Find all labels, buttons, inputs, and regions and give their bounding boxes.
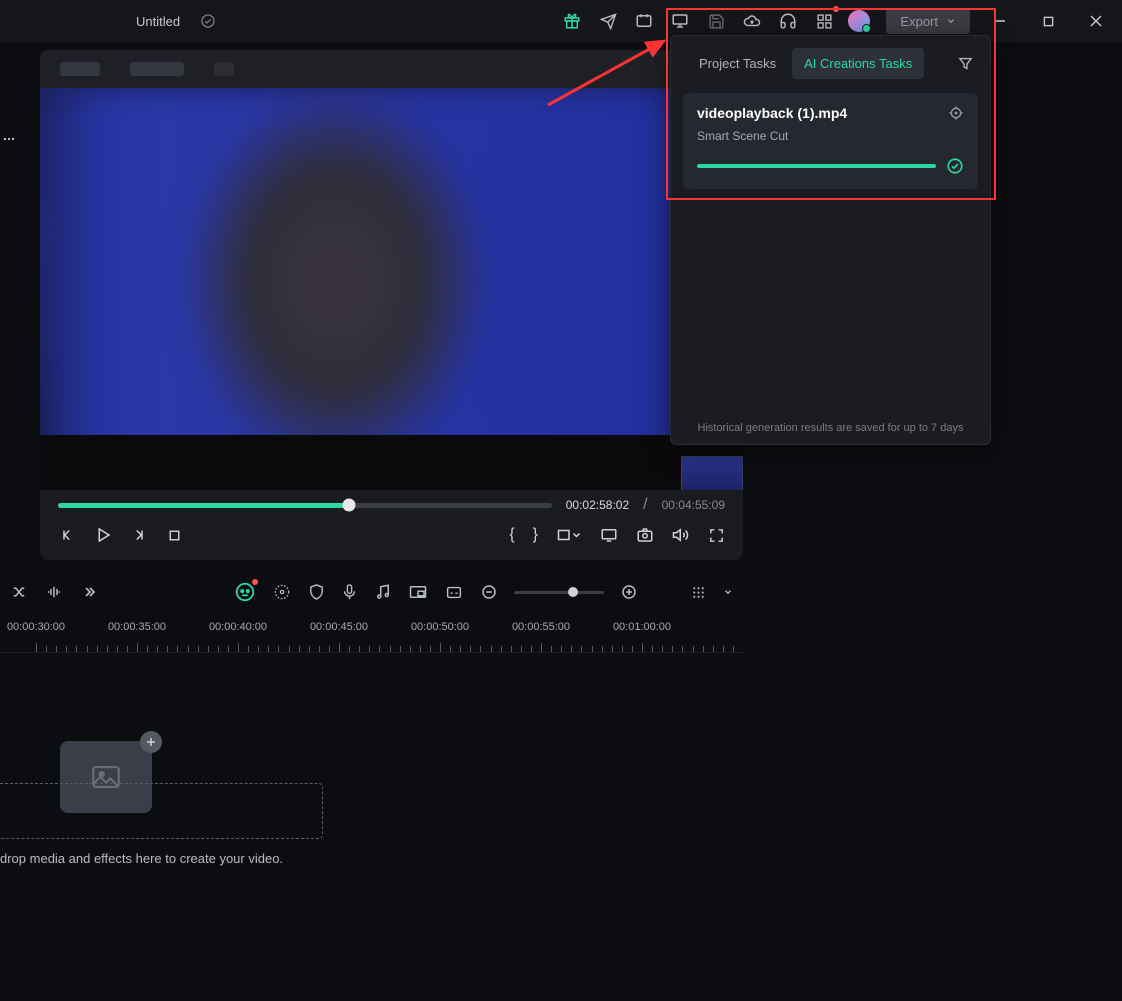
cloud-icon[interactable]	[740, 9, 764, 33]
send-icon[interactable]	[596, 9, 620, 33]
expand-icon[interactable]	[80, 584, 96, 600]
ruler-label: 00:00:45:00	[310, 621, 368, 633]
close-button[interactable]	[1078, 7, 1114, 35]
zoom-slider[interactable]	[514, 591, 604, 594]
task-subtitle: Smart Scene Cut	[697, 129, 964, 143]
total-time: 00:04:55:09	[662, 498, 725, 512]
grid-view-icon[interactable]	[690, 584, 707, 601]
zoom-in-icon[interactable]	[620, 583, 638, 601]
video-preview[interactable]	[40, 88, 743, 490]
timeline-toolbar	[0, 569, 743, 615]
saved-indicator-icon	[196, 9, 220, 33]
tasks-footer: Historical generation results are saved …	[671, 422, 990, 434]
check-circle-icon	[946, 157, 964, 175]
tab-project-tasks[interactable]: Project Tasks	[687, 48, 788, 79]
qr-icon[interactable]	[812, 9, 836, 33]
project-title: Untitled	[136, 14, 180, 29]
preview-thumbnail	[681, 456, 743, 490]
preview-tab-2[interactable]	[130, 62, 184, 76]
notification-dot-icon	[833, 6, 839, 12]
volume-icon[interactable]	[672, 526, 690, 544]
seek-bar[interactable]	[58, 503, 552, 508]
export-label: Export	[900, 14, 938, 29]
ruler-label: 00:00:30:00	[7, 621, 65, 633]
preview-tabs	[40, 50, 743, 88]
minimize-button[interactable]	[982, 7, 1018, 35]
ruler-label: 00:00:50:00	[411, 621, 469, 633]
fullscreen-icon[interactable]	[708, 527, 725, 544]
drop-zone[interactable]	[0, 783, 323, 839]
export-button[interactable]: Export	[886, 9, 970, 34]
monitor-icon[interactable]	[668, 9, 692, 33]
ruler-label: 00:00:40:00	[209, 621, 267, 633]
drop-hint-text: drop media and effects here to create yo…	[0, 851, 283, 866]
next-frame-button[interactable]	[130, 526, 148, 544]
task-progress-bar	[697, 164, 936, 168]
current-time: 00:02:58:02	[566, 498, 629, 512]
more-icon[interactable]	[0, 127, 18, 151]
preview-tab-1[interactable]	[60, 62, 100, 76]
task-filename: videoplayback (1).mp4	[697, 105, 847, 121]
tasks-panel: Project Tasks AI Creations Tasks videopl…	[670, 35, 991, 445]
mic-icon[interactable]	[341, 583, 358, 601]
locate-icon[interactable]	[948, 105, 964, 121]
pip-icon[interactable]	[408, 583, 428, 601]
preview-tab-3[interactable]	[214, 62, 234, 76]
ruler-label: 00:00:55:00	[512, 621, 570, 633]
aspect-menu[interactable]	[556, 526, 582, 544]
ruler-label: 00:00:35:00	[108, 621, 166, 633]
maximize-button[interactable]	[1030, 7, 1066, 35]
filter-icon[interactable]	[957, 55, 974, 72]
headphones-icon[interactable]	[776, 9, 800, 33]
tab-ai-creations[interactable]: AI Creations Tasks	[792, 48, 924, 79]
snapshot-icon[interactable]	[636, 526, 654, 544]
mark-in-icon[interactable]: {	[509, 526, 514, 544]
chevron-down-icon[interactable]	[723, 587, 733, 597]
zoom-out-icon[interactable]	[480, 583, 498, 601]
settings-dotted-icon[interactable]	[272, 582, 292, 602]
notification-dot-icon	[252, 579, 258, 585]
play-button[interactable]	[94, 526, 112, 544]
plus-icon	[140, 731, 162, 753]
timeline: 00:00:30:00 00:00:35:00 00:00:40:00 00:00:4…	[0, 615, 743, 953]
preview-panel: 00:02:58:02 / 00:04:55:09 { }	[40, 88, 743, 560]
mark-out-icon[interactable]: }	[533, 526, 538, 544]
display-icon[interactable]	[600, 526, 618, 544]
cut-tool-icon[interactable]	[10, 583, 28, 601]
tasks-icon[interactable]	[632, 9, 656, 33]
save-icon[interactable]	[704, 9, 728, 33]
audio-wave-icon[interactable]	[44, 583, 64, 601]
ruler-label: 00:01:00:00	[613, 621, 671, 633]
task-card[interactable]: videoplayback (1).mp4 Smart Scene Cut	[683, 93, 978, 189]
timeline-ruler[interactable]: 00:00:30:00 00:00:35:00 00:00:40:00 00:00:4…	[0, 615, 743, 653]
ai-tool-icon[interactable]	[234, 581, 256, 603]
gift-icon[interactable]	[560, 9, 584, 33]
caption-icon[interactable]	[444, 584, 464, 601]
stop-button[interactable]	[166, 527, 183, 544]
prev-frame-button[interactable]	[58, 526, 76, 544]
music-icon[interactable]	[374, 583, 392, 601]
avatar[interactable]	[848, 10, 870, 32]
shield-icon[interactable]	[308, 583, 325, 601]
left-strip	[0, 42, 18, 569]
